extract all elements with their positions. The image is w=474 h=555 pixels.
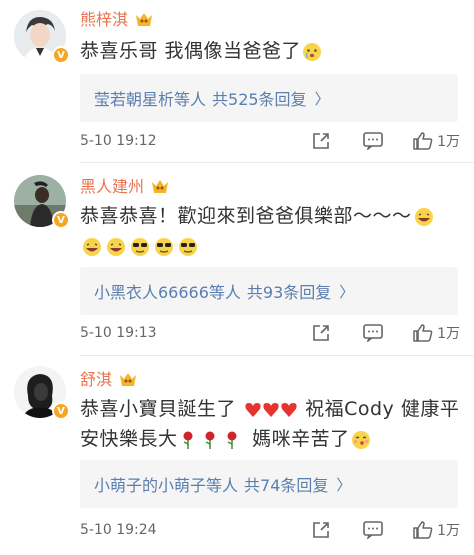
like-count: 1万 [437,326,460,342]
reply-count: 共525条回复 [212,90,307,109]
rose-emoji-icon [183,431,237,449]
reply-summary[interactable]: 莹若朝星析等人 共525条回复 〉 [80,74,458,122]
comment-time: 5-10 19:24 [80,522,157,538]
comment-icon [363,132,383,150]
reply-names: 小萌子的小萌子等人 [94,476,239,495]
comment-icon [363,521,383,539]
laughing-emoji-icon [107,237,125,256]
reply-button[interactable] [361,521,385,539]
username[interactable]: 舒淇 [80,370,112,390]
share-button[interactable] [309,521,333,539]
thumbs-up-icon [413,324,433,342]
laughing-emoji-icon [83,237,101,256]
member-crown-icon [120,373,137,386]
sunglasses-emoji-icon [179,237,197,256]
comment-text-part: 恭喜恭喜！歡迎來到爸爸俱樂部～～～ [80,205,412,227]
chevron-right-icon: 〉 [339,282,355,301]
member-crown-icon [152,180,169,193]
share-icon [313,522,329,538]
kiss-emoji-icon [351,430,370,449]
like-count: 1万 [437,134,460,150]
comment-item: V 舒淇 恭喜小寶貝誕生了 祝福Cody 健康平安快樂長大 媽咪辛苦了 小萌子的… [0,356,474,555]
comment-text-part: 恭喜乐哥 我偶像当爸爸了 [80,40,302,62]
reply-count: 共93条回复 [246,283,332,302]
laughing-emoji-icon [414,207,433,226]
comment-time: 5-10 19:12 [80,133,157,149]
reply-names: 莹若朝星析等人 [94,90,207,109]
comment-text: 恭喜乐哥 我偶像当爸爸了 [80,36,448,66]
comment-text: 恭喜小寶貝誕生了 祝福Cody 健康平安快樂長大 媽咪辛苦了 [80,394,460,454]
like-count: 1万 [437,523,460,539]
sunglasses-emoji-icon [155,237,173,256]
teary-emoji-icon [303,42,322,61]
verified-badge-icon: V [52,402,70,420]
comment-text: 恭喜恭喜！歡迎來到爸爸俱樂部～～～ [80,201,460,261]
chevron-right-icon: 〉 [314,89,330,108]
share-icon [313,133,329,149]
share-icon [313,325,329,341]
like-button[interactable]: 1万 [413,520,460,540]
share-button[interactable] [309,132,333,150]
comment-time: 5-10 19:13 [80,325,157,341]
chevron-right-icon: 〉 [336,475,352,494]
comment-icon [363,324,383,342]
reply-names: 小黑衣人66666等人 [94,283,241,302]
reply-summary[interactable]: 小萌子的小萌子等人 共74条回复 〉 [80,460,458,508]
like-button[interactable]: 1万 [413,323,460,343]
reply-button[interactable] [361,324,385,342]
sunglasses-emoji-icon [131,237,149,256]
member-crown-icon [136,13,153,26]
verified-badge-icon: V [52,46,70,64]
reply-button[interactable] [361,132,385,150]
reply-summary[interactable]: 小黑衣人66666等人 共93条回复 〉 [80,267,458,315]
like-button[interactable]: 1万 [413,131,460,151]
thumbs-up-icon [413,521,433,539]
verified-badge-icon: V [52,211,70,229]
comment-item: V 黑人建州 恭喜恭喜！歡迎來到爸爸俱樂部～～～ 小黑衣人66666等人 共93… [0,163,474,353]
username[interactable]: 黑人建州 [80,177,144,197]
share-button[interactable] [309,324,333,342]
username[interactable]: 熊梓淇 [80,10,128,30]
comment-text-part: 恭喜小寶貝誕生了 [80,398,237,420]
reply-count: 共74条回复 [244,476,329,495]
thumbs-up-icon [413,132,433,150]
comment-text-part: 媽咪辛苦了 [252,428,350,450]
comment-item: V 熊梓淇 恭喜乐哥 我偶像当爸爸了 莹若朝星析等人 共525条回复 〉 5-1… [0,0,474,180]
heart-emoji-icon [244,402,297,417]
